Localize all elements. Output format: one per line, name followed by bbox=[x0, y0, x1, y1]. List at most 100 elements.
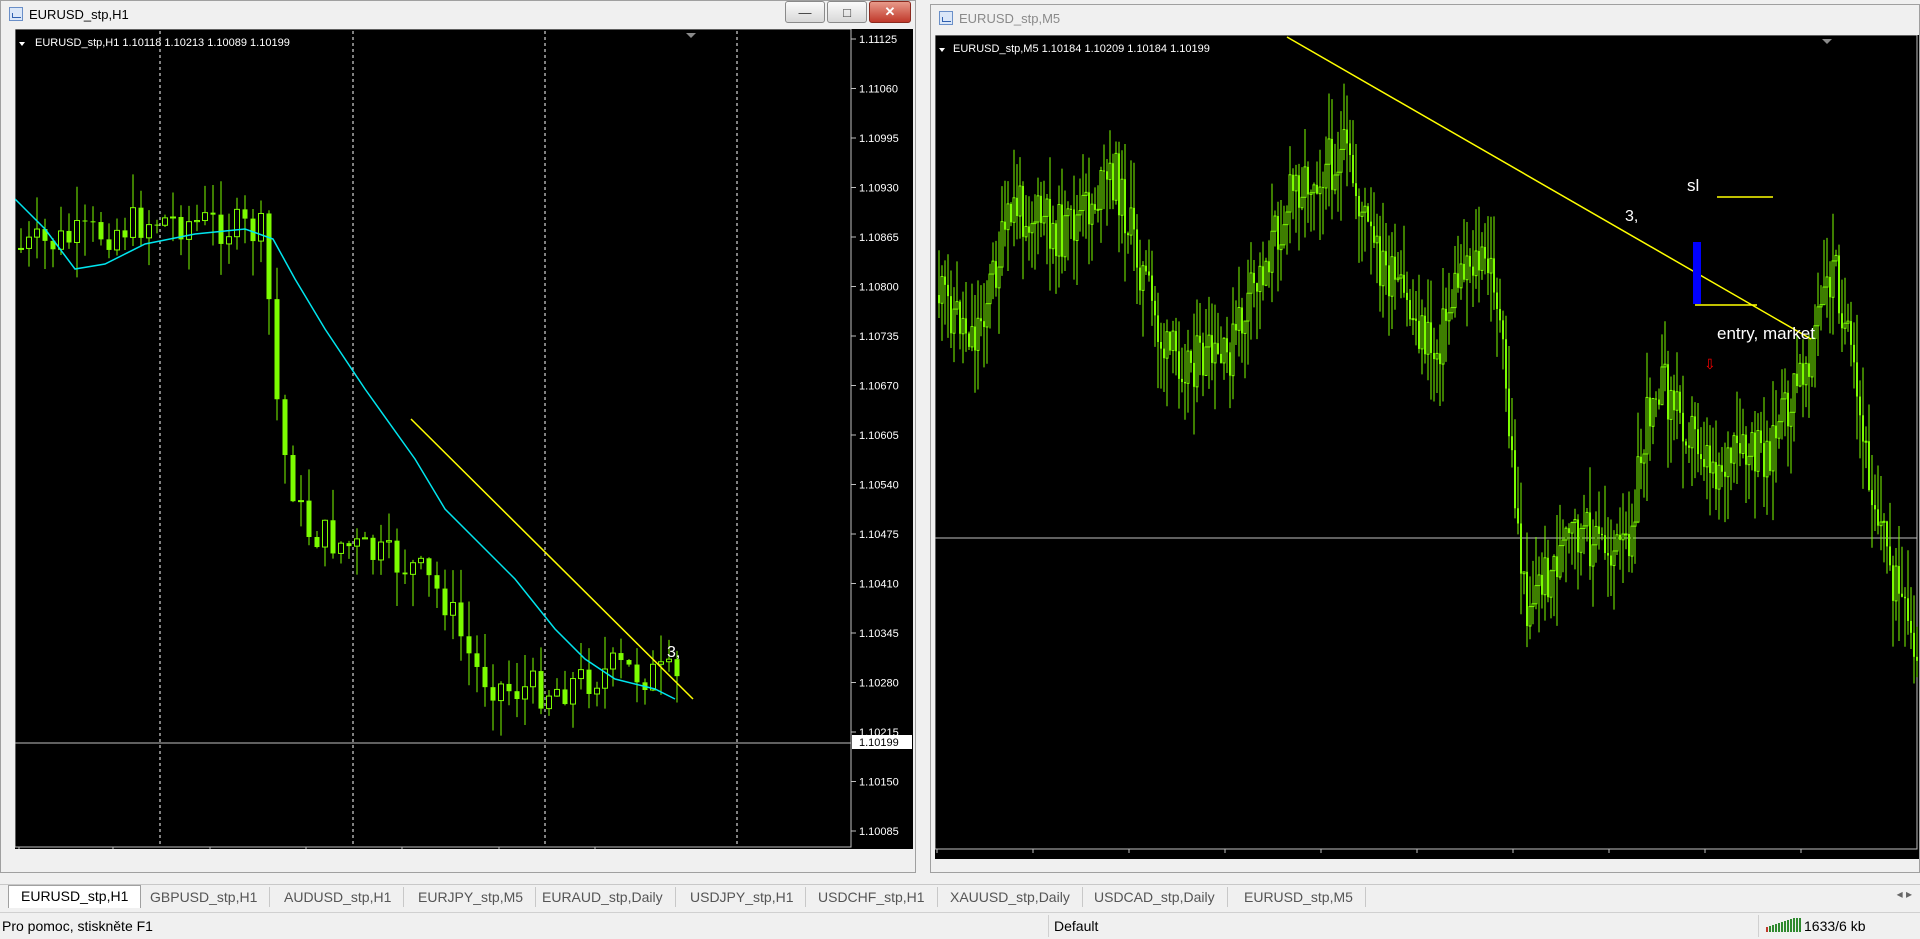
candle-body-bear bbox=[1709, 445, 1711, 473]
candle-body-bear bbox=[1508, 388, 1510, 437]
candle-body-bear bbox=[1178, 351, 1180, 379]
tab-euraud-stp-daily[interactable]: EURAUD_stp,Daily bbox=[530, 887, 676, 907]
chart-window-eurusd-h1[interactable]: EURUSD_stp,H1 — □ ✕ EURUSD_stp,H1 1.1011… bbox=[0, 0, 916, 873]
candle-body-bear bbox=[1406, 292, 1408, 301]
price-chart-m5-canvas: EURUSD_stp,M5 1.10184 1.10209 1.10184 1.… bbox=[935, 35, 1918, 859]
candle-body-bear bbox=[250, 218, 256, 242]
status-profile: Default bbox=[1054, 918, 1099, 934]
candle-body-bear bbox=[1175, 331, 1177, 352]
tab-usdchf-stp-h1[interactable]: USDCHF_stp,H1 bbox=[806, 887, 938, 907]
candle-body-bull bbox=[1459, 263, 1463, 289]
candle-body-bear bbox=[1739, 443, 1741, 454]
price-tick-label: 1.10085 bbox=[859, 826, 899, 838]
candle-body-bull bbox=[1396, 277, 1400, 281]
price-tick-label: 1.10735 bbox=[859, 331, 899, 343]
chart-info-label: EURUSD_stp,H1 1.10118 1.10213 1.10089 1.… bbox=[35, 37, 290, 49]
candle-body-bear bbox=[1577, 519, 1579, 553]
candle-body-bull bbox=[1339, 148, 1343, 173]
candle-body-bear bbox=[1073, 209, 1075, 241]
time-tick-label: 27 Jan 2020 bbox=[935, 853, 1001, 859]
minimize-button[interactable]: — bbox=[785, 1, 825, 23]
tab-usdcad-stp-daily[interactable]: USDCAD_stp,Daily bbox=[1082, 887, 1228, 907]
candle-body-bull bbox=[1099, 170, 1103, 210]
tab-gbpusd-stp-h1[interactable]: GBPUSD_stp,H1 bbox=[138, 887, 271, 907]
candle-body-bull bbox=[1066, 208, 1070, 217]
candle-body-bear bbox=[1439, 353, 1441, 365]
tab-eurjpy-stp-m5[interactable]: EURJPY_stp,M5 bbox=[406, 887, 537, 907]
candle-body-bull bbox=[1045, 198, 1049, 217]
candle-body-bear bbox=[1868, 441, 1870, 491]
candle-body-bear bbox=[1061, 204, 1063, 257]
time-tick-label: 24 Jan 08:00 bbox=[400, 848, 470, 849]
candle-body-bull bbox=[1711, 461, 1715, 474]
candle-body-bear bbox=[1898, 566, 1900, 594]
candle-body-bull bbox=[1573, 519, 1577, 524]
tab-usdjpy-stp-h1[interactable]: USDJPY_stp,H1 bbox=[678, 887, 807, 907]
candle-body-bear bbox=[1403, 274, 1405, 293]
candle-body-bull bbox=[955, 301, 959, 310]
trendline bbox=[410, 418, 694, 700]
candle-body-bear bbox=[1541, 574, 1543, 595]
price-chart-m5[interactable]: EURUSD_stp,M5 1.10184 1.10209 1.10184 1.… bbox=[935, 35, 1919, 859]
candle-body-bull bbox=[610, 652, 616, 670]
chart-window-icon bbox=[939, 11, 953, 25]
window-titlebar[interactable]: EURUSD_stp,H1 — □ ✕ bbox=[1, 1, 915, 27]
chart-info-dropdown-icon bbox=[19, 42, 25, 46]
candle-body-bull bbox=[1792, 373, 1796, 413]
close-button[interactable]: ✕ bbox=[869, 1, 911, 23]
candle-body-bull bbox=[1630, 525, 1634, 557]
chart-shift-marker bbox=[686, 33, 696, 38]
candle-body-bear bbox=[1457, 273, 1459, 288]
candle-body-bear bbox=[1349, 143, 1351, 155]
candle-body-bull bbox=[1108, 162, 1112, 181]
candle-body-bear bbox=[634, 664, 640, 683]
candle-body-bear bbox=[1298, 175, 1300, 208]
connection-bar bbox=[1766, 927, 1768, 932]
candle-body-bear bbox=[618, 653, 624, 661]
time-tick-label: 23 Jan 20:00 bbox=[304, 848, 374, 849]
candle-body-bull bbox=[1474, 250, 1478, 277]
current-price-label: 1.10199 bbox=[859, 737, 899, 749]
candle-body-bull bbox=[1213, 342, 1217, 364]
candle-body-bear bbox=[938, 295, 940, 304]
maximize-button[interactable]: □ bbox=[827, 1, 867, 23]
tab-scroll-arrows[interactable]: ◂ ▸ bbox=[1897, 887, 1912, 901]
candle-body-bear bbox=[947, 284, 949, 297]
candle-body-bear bbox=[370, 537, 376, 560]
chart-shift-marker bbox=[1822, 39, 1832, 44]
candle-body-bear bbox=[1673, 390, 1675, 411]
candle-body-bull bbox=[1846, 320, 1850, 324]
candle-body-bear bbox=[1505, 339, 1507, 389]
candle-body-bear bbox=[1415, 318, 1417, 321]
candle-body-bear bbox=[1145, 265, 1147, 272]
price-chart-h1[interactable]: EURUSD_stp,H1 1.10118 1.10213 1.10089 1.… bbox=[15, 29, 913, 849]
candle-body-bull bbox=[1273, 215, 1277, 232]
candle-body-bull bbox=[997, 266, 1001, 289]
candle-body-bull bbox=[1381, 250, 1385, 287]
tab-xauusd-stp-daily[interactable]: XAUUSD_stp,Daily bbox=[938, 887, 1083, 907]
time-tick-label: 27 Jan 14:25 bbox=[1607, 853, 1677, 859]
candle-body-bull bbox=[378, 541, 384, 561]
candle-body-bull bbox=[1717, 464, 1721, 490]
tab-audusd-stp-h1[interactable]: AUDUSD_stp,H1 bbox=[272, 887, 405, 907]
candle-body-bear bbox=[1619, 534, 1621, 540]
candle-body-bull bbox=[34, 228, 40, 238]
status-separator bbox=[1758, 915, 1759, 937]
chart-window-eurusd-m5[interactable]: EURUSD_stp,M5 EURUSD_stp,M5 1.10184 1.10… bbox=[930, 4, 1920, 873]
candle-body-bear bbox=[1514, 450, 1516, 509]
candle-body-bear bbox=[1856, 362, 1858, 397]
tab-eurusd-stp-m5[interactable]: EURUSD_stp,M5 bbox=[1232, 887, 1366, 907]
chart-tabs-bar: ◂ ▸ EURUSD_stp,H1 GBPUSD_stp,H1 AUDUSD_stp… bbox=[0, 884, 1920, 909]
time-tick-label: 27 Jan 08:25 bbox=[1319, 853, 1389, 859]
candle-body-bear bbox=[290, 455, 296, 502]
wave-annotation: 3, bbox=[667, 644, 680, 661]
candle-body-bull bbox=[1165, 331, 1169, 359]
candle-body-bear bbox=[1736, 435, 1738, 444]
tab-eurusd-stp-h1[interactable]: EURUSD_stp,H1 bbox=[8, 885, 142, 908]
candle-body-bear bbox=[965, 318, 967, 334]
candle-body-bear bbox=[1601, 533, 1603, 536]
candle-body-bear bbox=[1478, 250, 1480, 271]
window-titlebar[interactable]: EURUSD_stp,M5 bbox=[931, 5, 1919, 31]
candle-body-bull bbox=[1612, 550, 1616, 567]
candle-body-bear bbox=[1499, 308, 1501, 321]
